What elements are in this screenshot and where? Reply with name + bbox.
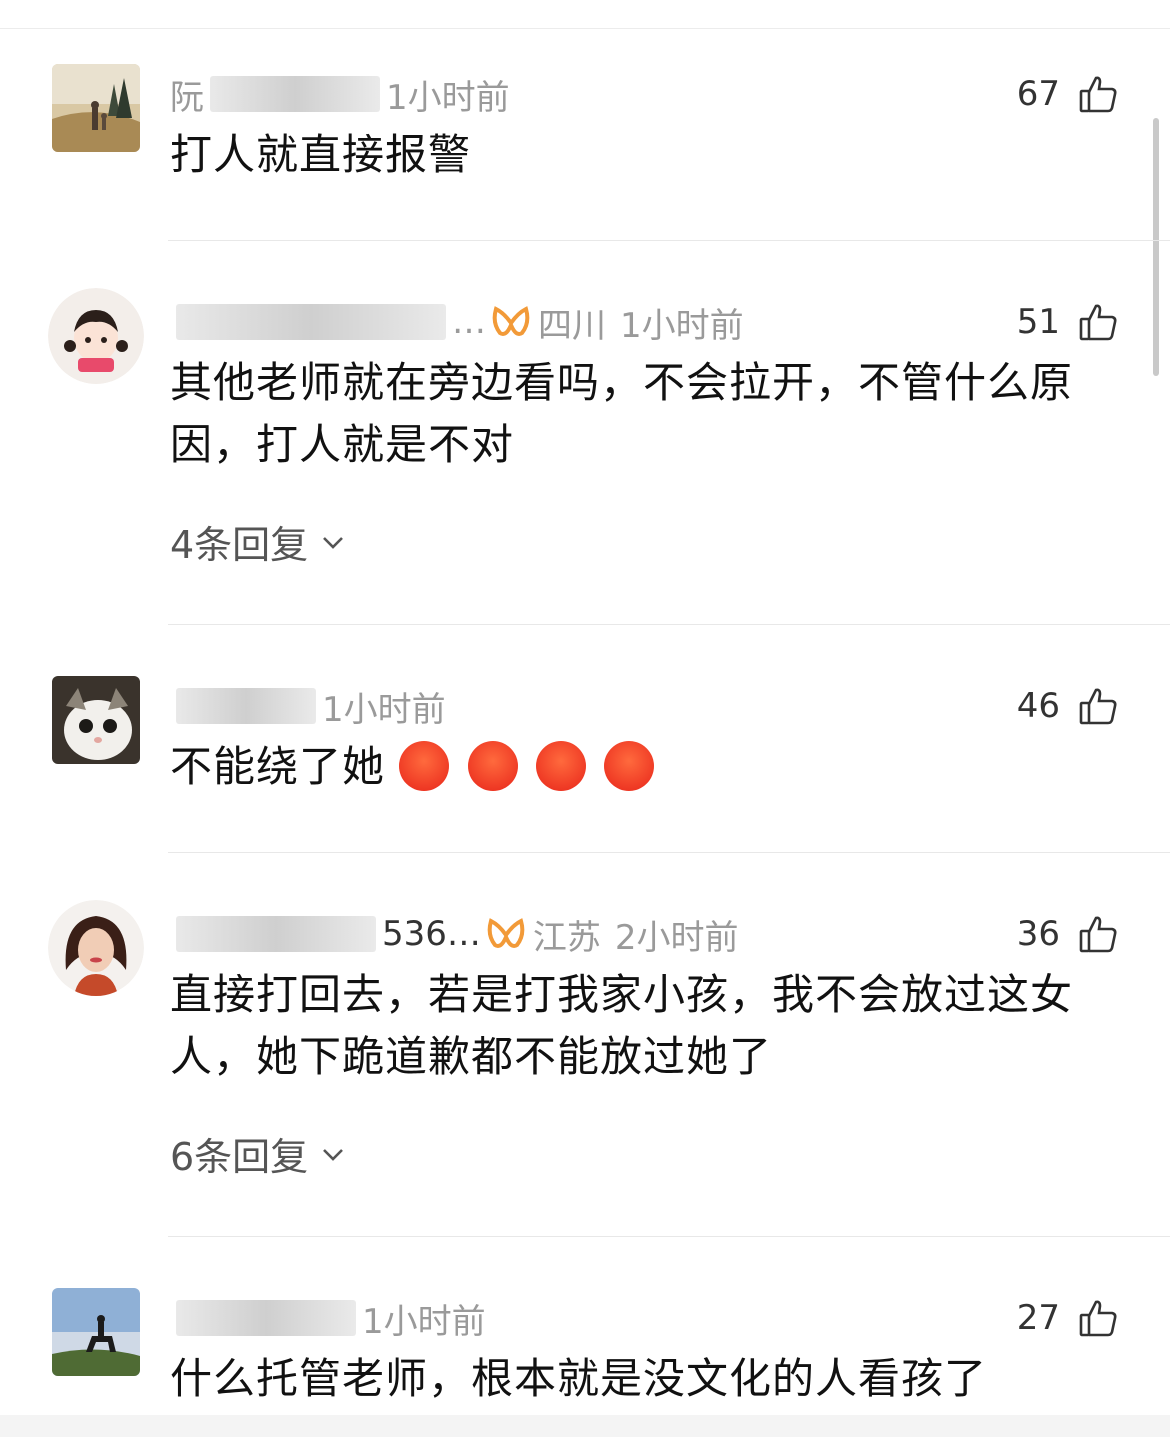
like-button[interactable]: 46 <box>1017 682 1118 730</box>
avatar[interactable] <box>52 676 140 764</box>
comment-divider <box>168 852 1170 853</box>
replies-count: 6条回复 <box>170 1135 309 1179</box>
comment-meta: 阮 1小时前 <box>170 70 510 118</box>
thumbs-up-icon <box>1079 76 1117 113</box>
thumbs-up-icon <box>1079 1300 1117 1337</box>
angry-face-icon <box>536 740 587 791</box>
like-count: 27 <box>1016 1298 1060 1338</box>
comment-text: 打人就直接报警 <box>170 130 472 179</box>
comment-time: 1小时前 <box>322 689 446 730</box>
replies-count: 4条回复 <box>170 523 309 567</box>
replies-toggle[interactable]: 6条回复 <box>170 1126 348 1181</box>
blurred-username <box>176 1300 356 1336</box>
vip-badge-icon <box>487 918 525 948</box>
thumbs-up-icon <box>1079 916 1117 953</box>
comment-text: 其他老师就在旁边看吗，不会拉开，不管什么原因，打人就是不对 <box>170 358 1074 469</box>
like-button[interactable]: 67 <box>1017 70 1118 118</box>
angry-face-icon <box>399 740 450 791</box>
comment-location: 四川 <box>538 305 606 346</box>
comment-time: 1小时前 <box>362 1301 486 1342</box>
comment-time: 1小时前 <box>620 305 744 346</box>
thumbs-up-icon <box>1079 304 1117 341</box>
bottom-edge <box>0 1415 1170 1437</box>
vip-badge-icon <box>492 306 530 336</box>
comment-item: … 四川 1小时前 51 其他老师就在旁边看吗，不会拉开，不管什么原因，打人就是… <box>0 288 1170 622</box>
like-count: 36 <box>1016 914 1060 954</box>
thumbs-up-icon <box>1079 688 1117 725</box>
chevron-down-icon <box>323 1148 344 1161</box>
username[interactable]: … <box>452 302 486 342</box>
comment-time: 1小时前 <box>386 77 510 118</box>
comment-text: 什么托管老师，根本就是没文化的人看孩了 <box>170 1354 988 1403</box>
angry-face-icon <box>467 740 518 791</box>
blurred-username <box>176 916 376 952</box>
blurred-username <box>210 76 380 112</box>
top-divider <box>0 28 1170 29</box>
comment-item: 1小时前 27 什么托管老师，根本就是没文化的人看孩了 <box>0 1288 1170 1418</box>
comment-item: 536… 江苏 2小时前 36 直接打回去，若是打我家小孩，我不会放过这女人，她… <box>0 900 1170 1234</box>
comment-meta: 1小时前 <box>170 682 446 730</box>
like-count: 51 <box>1016 302 1060 342</box>
avatar[interactable] <box>52 1288 140 1376</box>
angry-face-icon <box>604 740 655 791</box>
comment-item: 1小时前 46 不能绕了她 <box>0 676 1170 852</box>
blurred-username <box>176 688 316 724</box>
comment-divider <box>168 240 1170 241</box>
avatar[interactable] <box>52 64 140 152</box>
comment-text: 不能绕了她 <box>170 742 386 791</box>
like-button[interactable]: 36 <box>1017 910 1118 958</box>
avatar[interactable] <box>48 288 144 384</box>
comment-location: 江苏 <box>532 917 601 958</box>
like-count: 46 <box>1016 686 1060 726</box>
comment-text: 直接打回去，若是打我家小孩，我不会放过这女人，她下跪道歉都不能放过她了 <box>170 970 1074 1081</box>
avatar[interactable] <box>48 900 144 996</box>
comment-time: 2小时前 <box>614 917 739 958</box>
replies-toggle[interactable]: 4条回复 <box>170 514 348 569</box>
comment-divider <box>168 1236 1170 1237</box>
comment-divider <box>168 624 1170 625</box>
chevron-down-icon <box>323 536 344 549</box>
like-count: 67 <box>1016 74 1060 114</box>
comment-text-wrapper: 不能绕了她 <box>170 736 1100 798</box>
comment-item: 阮 1小时前 67 打人就直接报警 <box>0 64 1170 240</box>
like-button[interactable]: 51 <box>1017 298 1118 346</box>
comment-meta: 536… 江苏 2小时前 <box>170 910 739 958</box>
blurred-username <box>176 304 446 340</box>
like-button[interactable]: 27 <box>1017 1294 1118 1342</box>
username[interactable]: 阮 <box>170 70 204 119</box>
comment-meta: 1小时前 <box>170 1294 486 1342</box>
username[interactable]: 536… <box>382 914 481 954</box>
comment-meta: … 四川 1小时前 <box>170 298 744 346</box>
